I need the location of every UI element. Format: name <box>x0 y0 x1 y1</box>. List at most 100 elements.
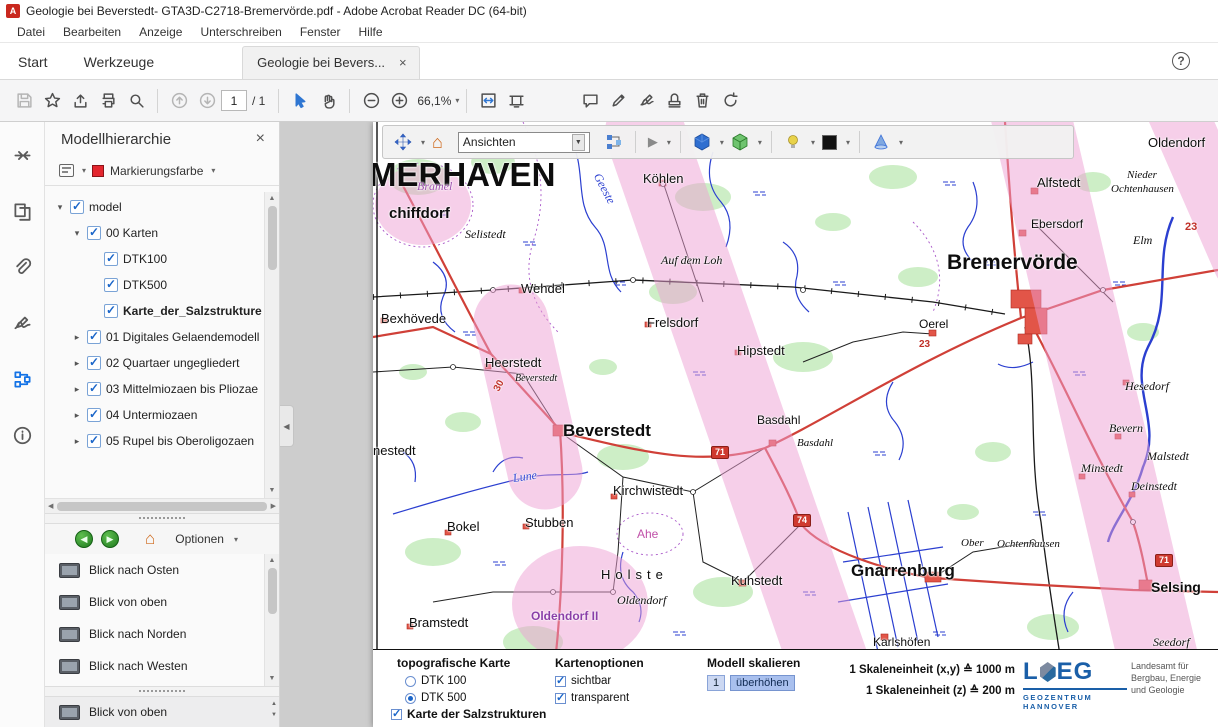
expander-icon[interactable]: ▸ <box>72 358 82 369</box>
page-down-icon[interactable] <box>193 87 221 115</box>
page-up-icon[interactable] <box>165 87 193 115</box>
star-icon[interactable] <box>38 87 66 115</box>
tree-item-00-karten[interactable]: ▾00 Karten <box>45 220 279 246</box>
scrollbar-thumb[interactable] <box>57 502 266 511</box>
menu-unterschreiben[interactable]: Unterschreiben <box>191 23 290 41</box>
cross-section-icon[interactable] <box>869 129 893 155</box>
checkbox-checked-icon[interactable] <box>104 278 118 292</box>
checkbox-salt-structures[interactable]: Karte der Salzstrukturen <box>391 707 546 721</box>
expander-icon[interactable]: ▸ <box>72 436 82 447</box>
scroll-right-icon[interactable]: ▶ <box>271 502 276 510</box>
options-dropdown[interactable]: Optionen <box>175 532 224 546</box>
checkbox-checked-icon[interactable] <box>87 356 101 370</box>
page-number-input[interactable] <box>221 90 247 111</box>
sign-icon[interactable] <box>632 87 660 115</box>
checkbox-checked-icon[interactable] <box>104 304 118 318</box>
menu-hilfe[interactable]: Hilfe <box>350 23 392 41</box>
pdf-page[interactable]: MERHAVENBramelchiffdorfSelistedtKöhlenGe… <box>373 122 1218 727</box>
chevron-down-icon[interactable]: ▾ <box>234 535 238 544</box>
scroll-up-icon[interactable]: ▲ <box>269 192 276 206</box>
checkbox-checked-icon[interactable] <box>87 408 101 422</box>
tree-item-02-quartaer-ungegliedert[interactable]: ▸02 Quartaer ungegliedert <box>45 350 279 376</box>
comment-icon[interactable] <box>576 87 604 115</box>
chevron-down-icon[interactable]: ▾ <box>667 138 671 147</box>
checkbox-checked-icon[interactable] <box>104 252 118 266</box>
view-spinner[interactable]: ▲▼ <box>271 699 277 721</box>
tree-item-dtk100[interactable]: DTK100 <box>45 246 279 272</box>
stamp-icon[interactable] <box>660 87 688 115</box>
share-icon[interactable] <box>66 87 94 115</box>
chevron-down-icon[interactable]: ▾ <box>899 138 903 147</box>
next-view-button[interactable]: ▶ <box>101 530 119 548</box>
panel-close-icon[interactable]: × <box>256 130 265 148</box>
panel-splitter[interactable] <box>45 513 279 524</box>
view-item-blick-nach-osten[interactable]: Blick nach Osten <box>45 554 279 586</box>
tab-close-icon[interactable]: × <box>399 55 407 70</box>
model-tree-toggle-icon[interactable] <box>602 129 626 155</box>
print-icon[interactable] <box>94 87 122 115</box>
tree-horizontal-scrollbar[interactable]: ◀ ▶ <box>45 498 279 513</box>
checkbox-checked-icon[interactable] <box>87 382 101 396</box>
tree-vertical-scrollbar[interactable]: ▲ ▼ <box>264 192 279 498</box>
chevron-down-icon[interactable]: ▾ <box>758 138 762 147</box>
info-panel-icon[interactable] <box>7 420 37 450</box>
chevron-down-icon[interactable]: ▼ <box>572 134 585 151</box>
tree-item-dtk500[interactable]: DTK500 <box>45 272 279 298</box>
tree-item-03-mittelmiozaen-bis-pliozae[interactable]: ▸03 Mittelmiozaen bis Pliozae <box>45 376 279 402</box>
checkbox-checked-icon[interactable] <box>87 226 101 240</box>
page-thumbnails-icon[interactable] <box>7 196 37 226</box>
expander-icon[interactable]: ▾ <box>72 228 82 239</box>
views-dropdown[interactable]: Ansichten ▼ <box>458 132 590 153</box>
chevron-down-icon[interactable]: ▾ <box>211 166 215 175</box>
tree-item-karte-der-salzstrukture[interactable]: Karte_der_Salzstrukture <box>45 298 279 324</box>
zoom-caret-icon[interactable]: ▾ <box>455 96 459 105</box>
pencil-icon[interactable] <box>604 87 632 115</box>
current-view-row[interactable]: Blick von oben ▲▼ <box>45 697 279 727</box>
exaggerate-button[interactable]: überhöhen <box>730 675 795 691</box>
render-mode-icon[interactable] <box>690 129 714 155</box>
default-view-home-icon[interactable]: ⌂ <box>429 129 446 155</box>
chevron-down-icon[interactable]: ▾ <box>846 138 850 147</box>
save-icon[interactable] <box>10 87 38 115</box>
menu-bearbeiten[interactable]: Bearbeiten <box>54 23 130 41</box>
scroll-up-icon[interactable]: ▲ <box>269 554 276 568</box>
scrollbar-thumb[interactable] <box>268 568 277 614</box>
zoom-out-icon[interactable] <box>357 87 385 115</box>
checkbox-visible[interactable]: sichtbar <box>555 675 644 687</box>
tab-document[interactable]: Geologie bei Bevers... × <box>242 46 420 79</box>
radio-dtk500[interactable]: DTK 500 <box>405 692 510 704</box>
expander-icon[interactable]: ▸ <box>72 332 82 343</box>
checkbox-checked-icon[interactable] <box>87 330 101 344</box>
play-animation-icon[interactable]: ▶ <box>645 129 661 155</box>
spin-up-icon[interactable]: ▲ <box>271 699 277 710</box>
view-item-blick-nach-westen[interactable]: Blick nach Westen <box>45 650 279 682</box>
tree-item-01-digitales-gelaendemodell[interactable]: ▸01 Digitales Gelaendemodell <box>45 324 279 350</box>
default-view-home-icon[interactable]: ⌂ <box>145 529 155 549</box>
tree-item-05-rupel-bis-oberoligozaen[interactable]: ▸05 Rupel bis Oberoligozaen <box>45 428 279 454</box>
rotate-icon[interactable] <box>716 87 744 115</box>
scroll-left-icon[interactable]: ◀ <box>48 502 53 510</box>
expander-icon[interactable]: ▾ <box>55 202 65 213</box>
view-item-blick-von-oben[interactable]: Blick von oben <box>45 586 279 618</box>
panel-splitter[interactable] <box>45 686 279 697</box>
spin-down-icon[interactable]: ▼ <box>271 710 277 721</box>
delete-icon[interactable] <box>688 87 716 115</box>
tree-item-04-untermiozaen[interactable]: ▸04 Untermiozaen <box>45 402 279 428</box>
zoom-level[interactable]: 66,1% <box>417 94 451 108</box>
checkbox-transparent[interactable]: transparent <box>555 692 644 704</box>
scale-value-input[interactable]: 1 <box>707 675 725 691</box>
scrollbar-thumb[interactable] <box>268 206 277 270</box>
expander-icon[interactable]: ▸ <box>72 410 82 421</box>
scroll-down-icon[interactable]: ▼ <box>269 484 276 498</box>
panel-collapse-handle[interactable]: ◀ <box>280 405 294 447</box>
export-pdf-icon[interactable] <box>7 140 37 170</box>
reading-mode-icon[interactable] <box>502 87 530 115</box>
views-vertical-scrollbar[interactable]: ▲ ▼ <box>264 554 279 686</box>
checkbox-checked-icon[interactable] <box>70 200 84 214</box>
expander-icon[interactable]: ▸ <box>72 384 82 395</box>
tree-item-model[interactable]: ▾model <box>45 194 279 220</box>
menu-anzeige[interactable]: Anzeige <box>130 23 191 41</box>
projection-mode-icon[interactable] <box>728 129 752 155</box>
scroll-down-icon[interactable]: ▼ <box>269 672 276 686</box>
pan-tool-icon[interactable] <box>391 129 415 155</box>
